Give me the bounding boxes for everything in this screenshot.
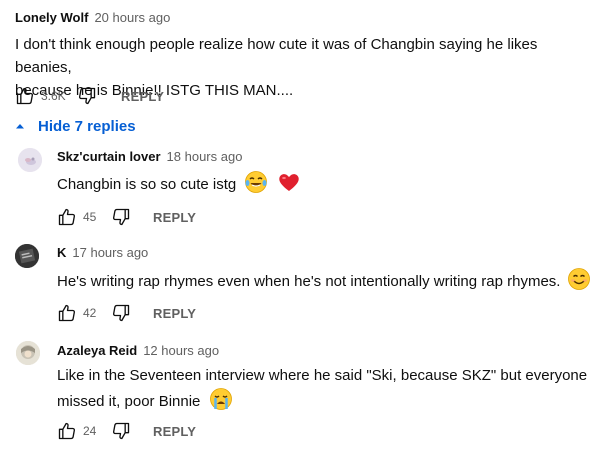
comment-timestamp[interactable]: 12 hours ago — [143, 343, 219, 358]
thumbs-down-icon[interactable] — [77, 86, 97, 106]
comment-text-line: missed it, poor Binnie — [57, 393, 201, 410]
comment-text: He's writing rap rhymes even when he's n… — [57, 267, 591, 293]
comment-author[interactable]: Skz'curtain lover — [57, 149, 161, 164]
comment-text-line: He's writing rap rhymes even when he's n… — [57, 273, 561, 290]
thumbs-up-icon[interactable] — [57, 207, 77, 227]
thumbs-up-icon[interactable] — [57, 303, 77, 323]
avatar-image — [18, 148, 42, 172]
comment-author[interactable]: Azaleya Reid — [57, 343, 137, 358]
reply-button[interactable]: REPLY — [153, 210, 196, 225]
hide-replies-label: Hide 7 replies — [38, 117, 136, 135]
comment-timestamp[interactable]: 20 hours ago — [94, 10, 170, 25]
avatar-image — [16, 341, 40, 365]
like-count: 24 — [83, 424, 97, 438]
comment-actions: 3.6K REPLY — [15, 86, 164, 106]
comment-timestamp[interactable]: 17 hours ago — [72, 245, 148, 260]
comment-text: Like in the Seventeen interview where he… — [57, 364, 592, 413]
comment-author[interactable]: Lonely Wolf — [15, 10, 88, 25]
comment-text-line: Like in the Seventeen interview where he… — [57, 367, 588, 384]
reply-button[interactable]: REPLY — [153, 424, 196, 439]
comment-text: Changbin is so so cute istg — [57, 170, 301, 196]
thumbs-down-icon[interactable] — [111, 207, 131, 227]
comment-author[interactable]: K — [57, 245, 66, 260]
laughing-tears-emoji — [245, 171, 268, 193]
avatar[interactable] — [18, 148, 42, 172]
reply-button[interactable]: REPLY — [153, 306, 196, 321]
smiling-face-emoji — [567, 268, 590, 290]
thumbs-up-icon[interactable] — [57, 421, 77, 441]
avatar-image — [15, 244, 39, 268]
comment-timestamp[interactable]: 18 hours ago — [167, 149, 243, 164]
comment-text-line: I don't think enough people realize how … — [15, 36, 538, 76]
like-count: 3.6K — [41, 89, 66, 103]
comment-actions: 24 REPLY — [57, 421, 196, 441]
hide-replies-button[interactable]: Hide 7 replies — [15, 116, 136, 136]
comment-actions: 42 REPLY — [57, 303, 196, 323]
thumbs-up-icon[interactable] — [15, 86, 35, 106]
avatar[interactable] — [16, 341, 40, 365]
thumbs-down-icon[interactable] — [111, 303, 131, 323]
reply-button[interactable]: REPLY — [121, 89, 164, 104]
like-count: 45 — [83, 210, 97, 224]
like-count: 42 — [83, 306, 97, 320]
crying-face-emoji — [209, 388, 232, 410]
avatar[interactable] — [15, 244, 39, 268]
thumbs-down-icon[interactable] — [111, 421, 131, 441]
comment-actions: 45 REPLY — [57, 207, 196, 227]
comment-text-line: Changbin is so so cute istg — [57, 176, 237, 193]
red-heart-emoji — [278, 174, 299, 191]
caret-up-icon — [16, 124, 24, 129]
